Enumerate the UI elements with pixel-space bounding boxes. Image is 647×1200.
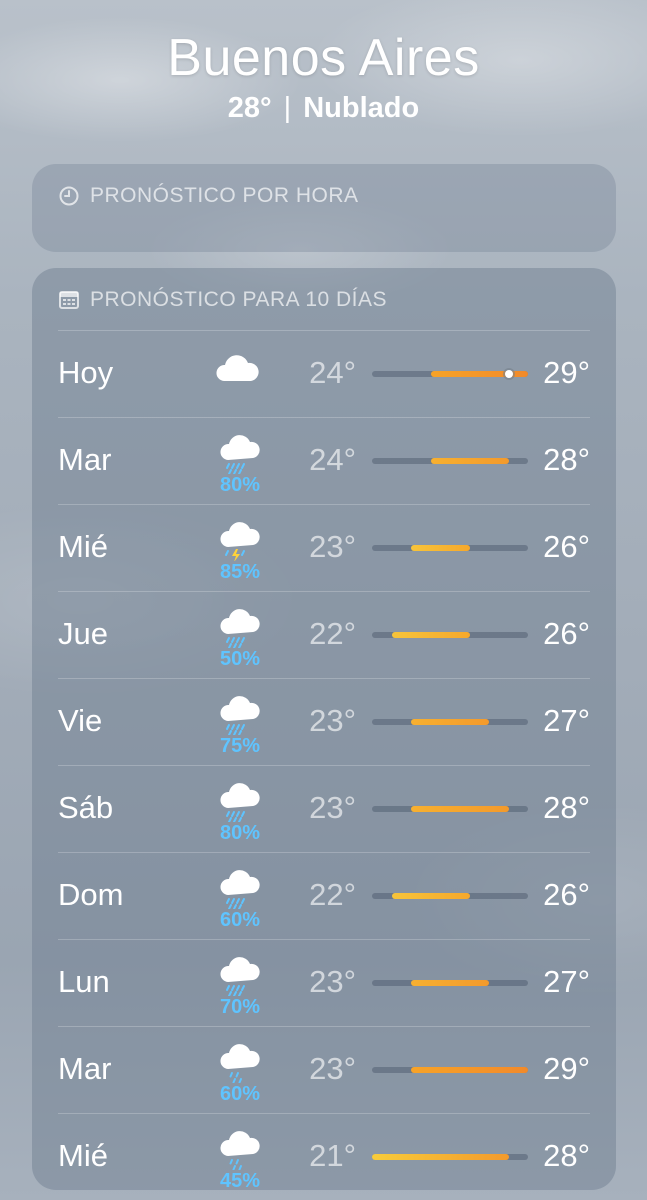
precip-chance: 70% xyxy=(219,996,261,1018)
precip-chance: 85% xyxy=(219,561,261,583)
forecast-row[interactable]: Mié 45% 21° 28° xyxy=(58,1113,590,1200)
cloud-bolt-rain-icon xyxy=(214,513,262,562)
forecast-row[interactable]: Mié 85% 23° 26° xyxy=(58,504,590,591)
precip-chance: 80% xyxy=(219,822,261,844)
high-temp: 28° xyxy=(543,1138,590,1173)
hourly-forecast-title: PRONÓSTICO POR HORA xyxy=(90,184,359,207)
hourly-forecast-header: PRONÓSTICO POR HORA xyxy=(58,184,359,208)
forecast-row[interactable]: Lun 70% 23° 27° xyxy=(58,939,590,1026)
temp-range-bar xyxy=(411,1067,528,1073)
low-temp: 22° xyxy=(309,877,356,912)
current-temp-dot xyxy=(504,370,513,378)
precip-chance: 60% xyxy=(219,1083,261,1105)
current-temp: 28° xyxy=(227,92,272,124)
high-temp: 27° xyxy=(543,703,590,738)
day-label: Mié xyxy=(58,529,108,564)
low-temp: 23° xyxy=(309,1051,356,1086)
temp-range-track xyxy=(372,806,528,812)
hourly-forecast-card[interactable]: PRONÓSTICO POR HORA xyxy=(32,164,616,252)
calendar-icon xyxy=(58,289,80,311)
low-temp: 21° xyxy=(309,1138,356,1173)
separator: | xyxy=(283,92,292,124)
temp-range-track xyxy=(372,980,528,986)
precip-chance: 50% xyxy=(219,648,261,670)
forecast-row[interactable]: Sáb 80% 23° 28° xyxy=(58,765,590,852)
temp-range-track xyxy=(372,370,528,378)
day-label: Hoy xyxy=(58,355,114,390)
high-temp: 28° xyxy=(543,442,590,477)
cloud-icon xyxy=(214,347,262,395)
temp-range-track xyxy=(372,632,528,638)
daily-forecast-header: PRONÓSTICO PARA 10 DÍAS xyxy=(58,288,387,312)
day-label: Sáb xyxy=(58,790,114,825)
temp-range-bar xyxy=(391,632,470,638)
temp-range-bar xyxy=(430,458,509,464)
low-temp: 24° xyxy=(309,355,356,390)
forecast-row[interactable]: Hoy 24° 29° xyxy=(58,330,590,417)
temp-range-bar xyxy=(372,1154,509,1160)
cloud-rain-icon xyxy=(214,948,262,997)
cloud-rain-icon xyxy=(214,687,262,736)
daily-forecast-list: Hoy 24° 29° Mar 80% 24° 28° Mié 85% 23° 26° Jue 50% 2… xyxy=(58,330,590,1200)
forecast-row[interactable]: Mar 80% 24° 28° xyxy=(58,417,590,504)
temp-range-track xyxy=(372,893,528,899)
clock-icon xyxy=(58,185,80,207)
temp-range-bar xyxy=(411,719,489,725)
forecast-row[interactable]: Dom 60% 22° 26° xyxy=(58,852,590,939)
temp-range-bar xyxy=(430,371,528,377)
low-temp: 23° xyxy=(309,964,356,999)
city-name: Buenos Aires xyxy=(167,29,480,87)
temp-range-track xyxy=(372,719,528,725)
temp-range-bar xyxy=(391,893,470,899)
temp-range-bar xyxy=(411,980,489,986)
high-temp: 29° xyxy=(543,355,590,390)
day-label: Vie xyxy=(58,703,103,738)
precip-chance: 75% xyxy=(219,735,261,757)
day-label: Mar xyxy=(58,1051,112,1086)
high-temp: 26° xyxy=(543,616,590,651)
high-temp: 28° xyxy=(543,790,590,825)
current-conditions: 28° | Nublado xyxy=(0,92,647,125)
forecast-row[interactable]: Vie 75% 23° 27° xyxy=(58,678,590,765)
temp-range-bar xyxy=(411,545,470,551)
day-label: Mié xyxy=(58,1138,108,1173)
low-temp: 23° xyxy=(309,529,356,564)
high-temp: 29° xyxy=(543,1051,590,1086)
low-temp: 23° xyxy=(309,790,356,825)
low-temp: 24° xyxy=(309,442,356,477)
temp-range-track xyxy=(372,545,528,551)
temp-range-track xyxy=(372,1154,528,1160)
day-label: Lun xyxy=(58,964,110,999)
cloud-drizzle-icon xyxy=(214,1035,262,1084)
temp-range-track xyxy=(372,458,528,464)
day-label: Mar xyxy=(58,442,112,477)
low-temp: 23° xyxy=(309,703,356,738)
location-header: Buenos Aires 28° | Nublado xyxy=(0,28,647,125)
condition-text: Nublado xyxy=(303,92,420,124)
precip-chance: 60% xyxy=(219,909,261,931)
temp-range-bar xyxy=(411,806,509,812)
cloud-rain-icon xyxy=(214,426,262,475)
temp-range-track xyxy=(372,1067,528,1073)
forecast-row[interactable]: Mar 60% 23° 29° xyxy=(58,1026,590,1113)
low-temp: 22° xyxy=(309,616,356,651)
precip-chance: 80% xyxy=(219,474,261,496)
high-temp: 26° xyxy=(543,877,590,912)
day-label: Dom xyxy=(58,877,124,912)
daily-forecast-card[interactable]: PRONÓSTICO PARA 10 DÍAS Hoy 24° 29° Mar 80% 2… xyxy=(32,268,616,1192)
precip-chance: 45% xyxy=(219,1170,261,1192)
forecast-row[interactable]: Jue 50% 22° 26° xyxy=(58,591,590,678)
cloud-rain-icon xyxy=(214,861,262,910)
cloud-rain-icon xyxy=(214,774,262,823)
high-temp: 26° xyxy=(543,529,590,564)
high-temp: 27° xyxy=(543,964,590,999)
daily-forecast-title: PRONÓSTICO PARA 10 DÍAS xyxy=(90,288,388,311)
cloud-drizzle-icon xyxy=(214,1122,262,1171)
day-label: Jue xyxy=(58,616,108,651)
cloud-rain-icon xyxy=(214,600,262,649)
